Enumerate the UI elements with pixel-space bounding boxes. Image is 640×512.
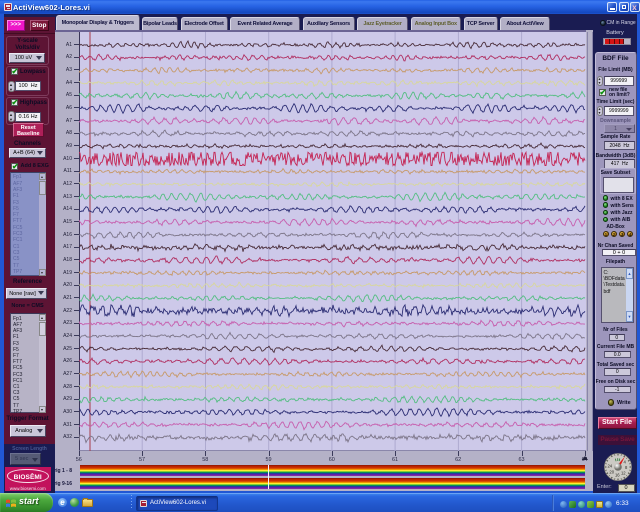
svg-text:12: 12 — [621, 470, 626, 475]
svg-text:20: 20 — [609, 469, 614, 474]
svg-text:16: 16 — [615, 472, 620, 477]
svg-text:24: 24 — [607, 463, 612, 468]
